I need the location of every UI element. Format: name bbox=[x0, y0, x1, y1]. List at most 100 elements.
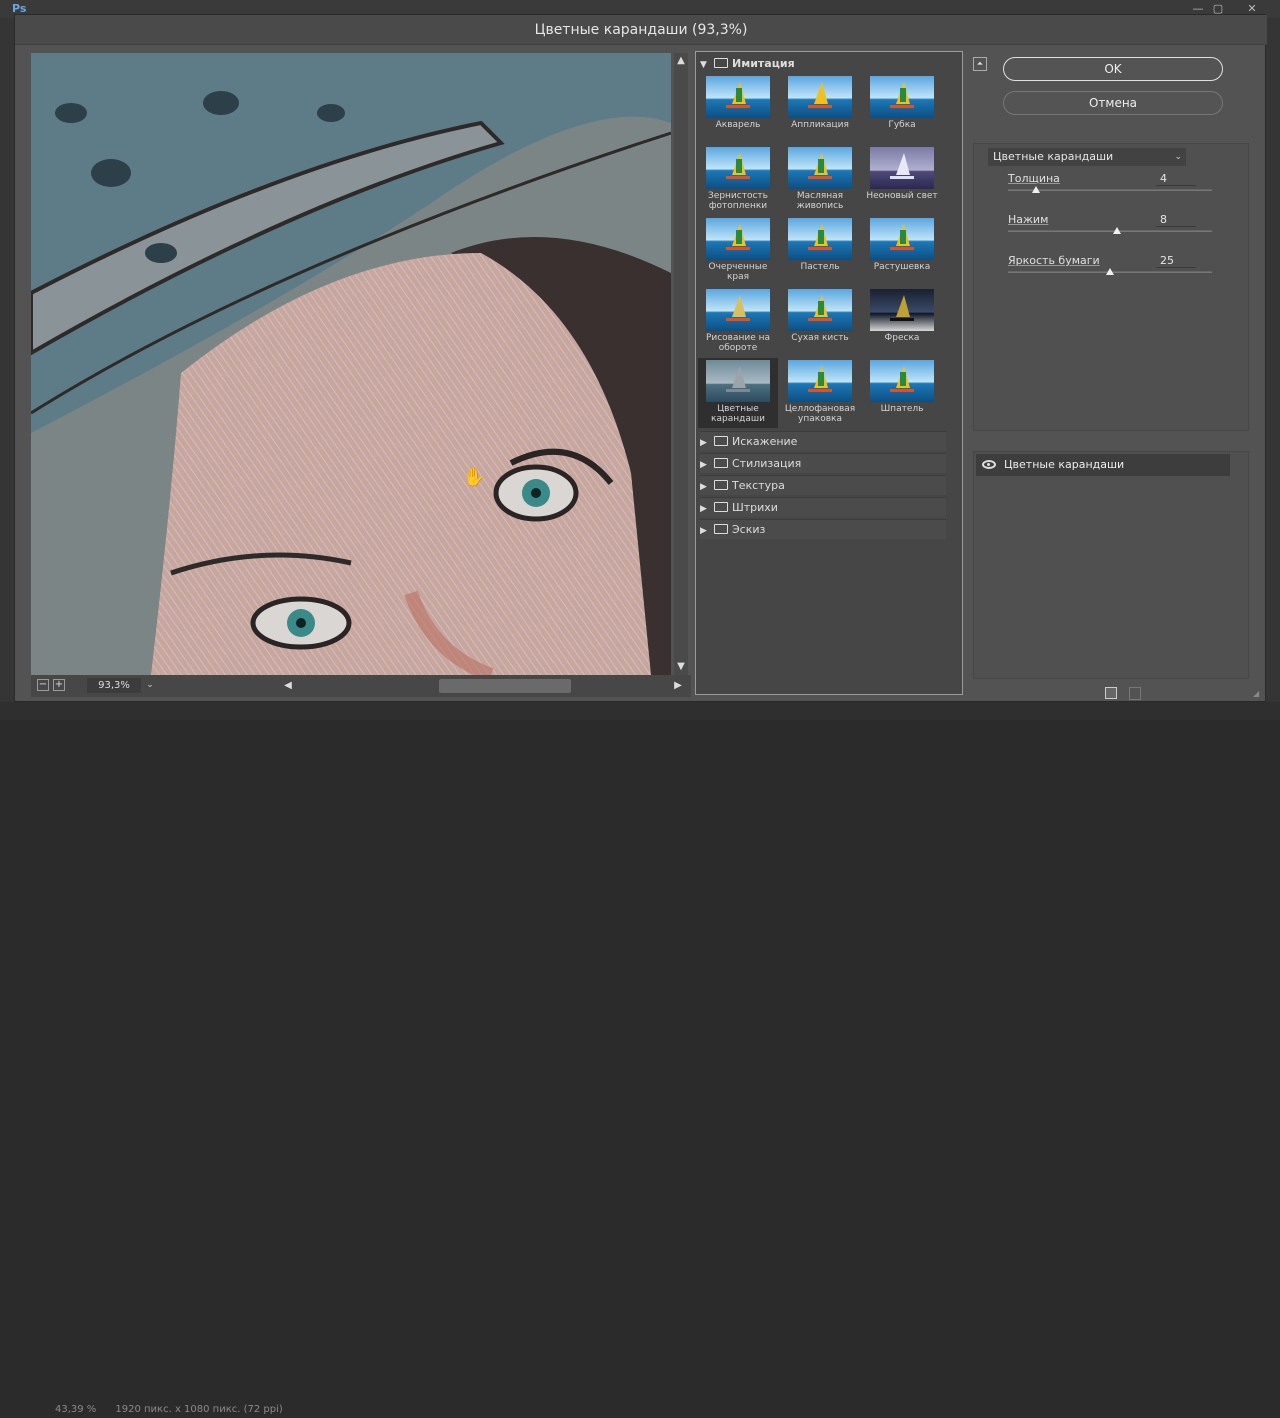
effect-layer-label: Цветные карандаши bbox=[1004, 458, 1125, 471]
filter-label: Акварель bbox=[715, 120, 761, 130]
preview-image: ✋ bbox=[31, 53, 671, 675]
param-slider-knob[interactable] bbox=[1032, 186, 1041, 193]
folder-icon bbox=[714, 480, 728, 490]
filter-thumb-suhaya-kist[interactable]: Сухая кисть bbox=[780, 287, 860, 357]
ok-button[interactable]: OK bbox=[1003, 57, 1223, 81]
filter-thumb-shpatel[interactable]: Шпатель bbox=[862, 358, 942, 428]
zoom-out-button[interactable]: − bbox=[37, 679, 49, 691]
filter-label: Зернистость фотопленки bbox=[708, 191, 768, 211]
right-controls: ⏶ OK Отмена Цветные карандаши ⌄ Толщина … bbox=[973, 51, 1249, 700]
filter-label: Цветные карандаши bbox=[711, 404, 765, 424]
filter-thumb-pastel[interactable]: Пастель bbox=[780, 216, 860, 286]
cancel-button[interactable]: Отмена bbox=[1003, 91, 1223, 115]
maximize-icon[interactable]: ▢ bbox=[1210, 2, 1226, 15]
param-value-input[interactable]: 25 bbox=[1156, 254, 1196, 268]
filter-label: Пастель bbox=[800, 262, 840, 272]
effect-layers-panel: Цветные карандаши bbox=[973, 451, 1249, 679]
param-tolshchina: Толщина 4 bbox=[1008, 172, 1212, 212]
param-nazhim: Нажим 8 bbox=[1008, 213, 1212, 253]
category-stilizatsiya[interactable]: ▶ Стилизация bbox=[700, 453, 946, 473]
filter-label: Очерченные края bbox=[708, 262, 768, 282]
scroll-up-arrow-icon[interactable]: ▲ bbox=[675, 55, 687, 67]
category-shtrihi[interactable]: ▶ Штрихи bbox=[700, 497, 946, 517]
filter-preview-image bbox=[706, 76, 770, 118]
triangle-right-icon: ▶ bbox=[700, 438, 707, 448]
collapse-gallery-icon[interactable]: ⏶ bbox=[973, 57, 987, 71]
param-slider-knob[interactable] bbox=[1106, 268, 1114, 275]
filter-label: Растушевка bbox=[873, 262, 931, 272]
filter-label: Шпатель bbox=[880, 404, 924, 414]
param-value-input[interactable]: 4 bbox=[1156, 172, 1196, 186]
filter-thumb-rastushevka[interactable]: Растушевка bbox=[862, 216, 942, 286]
filter-gallery-dialog: Цветные карандаши (93,3%) ✋ ▲ ▼ − + 93,3… bbox=[14, 14, 1267, 702]
minimize-icon[interactable]: — bbox=[1190, 2, 1206, 15]
close-icon[interactable]: ✕ bbox=[1244, 2, 1260, 15]
filter-label: Аппликация bbox=[791, 120, 849, 130]
status-zoom: 43,39 % bbox=[55, 1404, 97, 1415]
folder-icon bbox=[714, 436, 728, 446]
folder-imitation-header[interactable]: ▼ Имитация bbox=[700, 56, 950, 72]
filter-preview-image bbox=[870, 289, 934, 331]
status-info: 43,39 % 1920 пикс. x 1080 пикс. (72 ppi) bbox=[55, 1404, 455, 1418]
filter-thumb-maslyanaya[interactable]: Масляная живопись bbox=[780, 145, 860, 215]
filter-preview-image bbox=[870, 360, 934, 402]
preview-vertical-scrollbar[interactable]: ▲ ▼ bbox=[674, 53, 688, 675]
filter-preview-image bbox=[706, 218, 770, 260]
filter-thumb-tsellofanovaya[interactable]: Целлофановая упаковка bbox=[780, 358, 860, 428]
app-side-panel bbox=[1266, 18, 1280, 720]
horizontal-scroll-thumb[interactable] bbox=[439, 679, 571, 693]
effect-layer-row[interactable]: Цветные карандаши bbox=[976, 454, 1230, 476]
triangle-right-icon: ▶ bbox=[700, 504, 707, 514]
filter-thumb-tsvetnye-karandashi[interactable]: Цветные карандаши bbox=[698, 358, 778, 428]
triangle-right-icon: ▶ bbox=[700, 526, 707, 536]
filter-label: Масляная живопись bbox=[796, 191, 844, 211]
chevron-down-icon: ⌄ bbox=[1174, 152, 1182, 162]
filter-thumb-zernistost[interactable]: Зернистость фотопленки bbox=[698, 145, 778, 215]
category-label: Искажение bbox=[732, 435, 798, 448]
param-slider-knob[interactable] bbox=[1112, 227, 1121, 234]
triangle-down-icon: ▼ bbox=[700, 60, 707, 70]
folder-icon bbox=[714, 502, 728, 512]
filter-select[interactable]: Цветные карандаши ⌄ bbox=[988, 148, 1186, 166]
scroll-right-arrow-icon[interactable]: ▶ bbox=[671, 679, 685, 693]
triangle-right-icon: ▶ bbox=[700, 482, 707, 492]
filter-preview-image bbox=[788, 76, 852, 118]
preview-canvas[interactable]: ✋ bbox=[31, 53, 671, 675]
filter-label: Сухая кисть bbox=[791, 333, 849, 343]
filter-thumb-gubka[interactable]: Губка bbox=[862, 74, 942, 144]
category-tekstura[interactable]: ▶ Текстура bbox=[700, 475, 946, 495]
filter-select-value: Цветные карандаши bbox=[993, 150, 1114, 163]
category-iskazhenie[interactable]: ▶ Искажение bbox=[700, 431, 946, 451]
scroll-left-arrow-icon[interactable]: ◀ bbox=[281, 679, 295, 693]
zoom-value[interactable]: 93,3% bbox=[87, 678, 141, 693]
param-value-input[interactable]: 8 bbox=[1156, 213, 1196, 227]
param-slider-track[interactable] bbox=[1008, 230, 1212, 232]
filter-thumb-freska[interactable]: Фреска bbox=[862, 287, 942, 357]
filter-label: Рисование на обороте bbox=[705, 333, 771, 353]
status-doc-size: 1920 пикс. x 1080 пикс. (72 ppi) bbox=[115, 1404, 283, 1415]
filter-preview-image bbox=[870, 218, 934, 260]
hand-cursor-icon: ✋ bbox=[463, 466, 485, 488]
chevron-down-icon[interactable]: ⌄ bbox=[143, 678, 157, 693]
filter-thumb-risovanie[interactable]: Рисование на обороте bbox=[698, 287, 778, 357]
app-statusbar: 43,39 % 1920 пикс. x 1080 пикс. (72 ppi) bbox=[0, 702, 1280, 1415]
filter-thumb-applikatsiya[interactable]: Аппликация bbox=[780, 74, 860, 144]
scroll-down-arrow-icon[interactable]: ▼ bbox=[675, 661, 687, 673]
filter-thumb-akvarel[interactable]: Акварель bbox=[698, 74, 778, 144]
filter-thumb-ochercheniye[interactable]: Очерченные края bbox=[698, 216, 778, 286]
filter-label: Неоновый свет bbox=[866, 191, 938, 201]
new-effect-layer-icon[interactable] bbox=[1105, 687, 1117, 699]
trash-icon[interactable] bbox=[1129, 687, 1141, 700]
filter-preview-image bbox=[706, 147, 770, 189]
zoom-in-button[interactable]: + bbox=[53, 679, 65, 691]
filter-thumb-neon[interactable]: Неоновый свет bbox=[862, 145, 942, 215]
eye-icon[interactable] bbox=[982, 460, 996, 469]
resize-grip-icon[interactable]: ◢ bbox=[1253, 689, 1263, 699]
folder-label: Имитация bbox=[732, 57, 795, 70]
filter-preview-image bbox=[788, 218, 852, 260]
filter-gallery-panel: ▼ Имитация Акварель Аппликация Губка Зерн… bbox=[695, 51, 963, 695]
category-eskiz[interactable]: ▶ Эскиз bbox=[700, 519, 946, 539]
filter-preview-image bbox=[870, 147, 934, 189]
app-toolbar bbox=[0, 18, 14, 720]
filter-preview-image bbox=[706, 289, 770, 331]
